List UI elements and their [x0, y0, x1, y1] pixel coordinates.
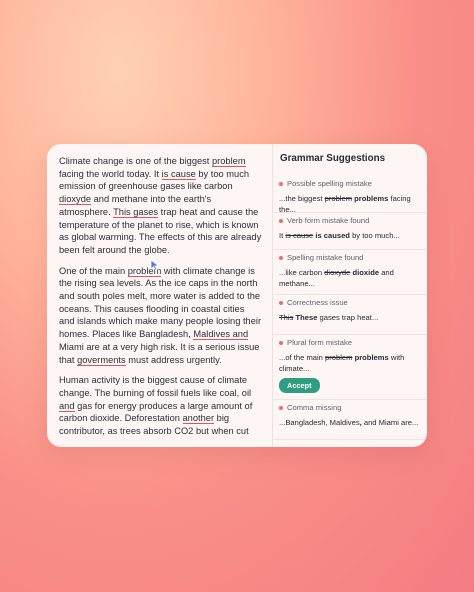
flagged-word[interactable]: is cause: [161, 168, 196, 180]
panel-title: Grammar Suggestions: [280, 153, 386, 164]
flagged-word[interactable]: goverments: [77, 354, 126, 366]
editor-text: must address urgently.: [125, 354, 222, 365]
suggested-fix: These: [295, 313, 318, 322]
suggested-fix: dioxide: [352, 268, 380, 277]
suggestion-label: Verb form mistake found: [287, 216, 370, 225]
original-text: problem: [325, 353, 353, 362]
suggestion-header: Possible spelling mistake: [279, 179, 421, 188]
context-text: by too much...: [349, 231, 400, 240]
flagged-word[interactable]: Alot: [162, 438, 179, 440]
suggestion-item[interactable]: Plural form mistake ...of the main proble…: [273, 334, 427, 400]
suggestion-label: Plural form mistake: [287, 338, 352, 347]
original-text: is cause: [285, 231, 314, 240]
original-text: dioxyde: [324, 268, 351, 277]
flagged-word[interactable]: problem: [211, 156, 246, 167]
editor-text: One of the main: [59, 265, 128, 276]
issue-dot-icon: [279, 340, 283, 345]
suggestion-preview: ...of the main problem problems with cli…: [279, 353, 421, 374]
suggestion-item[interactable]: Possible spelling mistake ...the biggest …: [273, 175, 427, 214]
suggestion-header: Comma missing: [279, 403, 421, 412]
suggestion-preview: It is cause is caused by too much...: [279, 231, 421, 242]
original-text: This: [279, 313, 294, 322]
suggestion-preview: ...Bangladesh, Maldives, and Miami are..…: [279, 418, 421, 429]
context-text: ...like carbon: [279, 268, 325, 277]
flagged-word[interactable]: Maldives and: [193, 329, 249, 341]
suggestion-header: Plural form mistake: [279, 338, 421, 347]
suggestion-label: Spelling mistake found: [287, 253, 364, 262]
mouse-cursor-icon: [150, 259, 160, 271]
original-text: problem: [324, 194, 353, 203]
editor-text: facing the world today. It: [59, 168, 162, 179]
editor-paragraph: Climate change is one of the biggest pro…: [59, 155, 262, 257]
suggestion-header: Spelling mistake found: [279, 253, 421, 262]
grammar-checker-card: Climate change is one of the biggest pro…: [47, 144, 427, 447]
editor-paragraph: Human activity is the biggest cause of c…: [59, 374, 262, 440]
editor-text: Climate change is one of the biggest: [59, 156, 212, 166]
suggestion-item[interactable]: Spelling mistake found ...like carbon dio…: [273, 249, 427, 295]
issue-dot-icon: [279, 300, 283, 305]
issue-dot-icon: [279, 181, 283, 186]
context-text: ...the biggest: [279, 194, 325, 203]
context-text: gases trap heat...: [317, 313, 379, 322]
suggested-fix: problems: [354, 194, 389, 203]
text-editor[interactable]: Climate change is one of the biggest pro…: [59, 155, 262, 440]
suggested-fix: is caused: [315, 231, 350, 240]
issue-dot-icon: [279, 405, 283, 410]
suggested-fix: problems: [354, 353, 389, 362]
suggestion-item[interactable]: Comma missing ...Bangladesh, Maldives, an…: [273, 399, 427, 440]
suggestion-label: Possible spelling mistake: [287, 179, 372, 188]
suggestion-label: Comma missing: [287, 403, 342, 412]
suggestion-label: Correctness issue: [287, 298, 348, 307]
context-text: ...of the main: [279, 353, 326, 362]
issue-dot-icon: [279, 255, 283, 260]
flagged-word[interactable]: dioxyde: [59, 194, 92, 206]
flagged-word[interactable]: This gases: [113, 206, 159, 218]
suggestion-item[interactable]: Correctness issue This These gases trap h…: [273, 294, 427, 335]
context-text: and Miami are...: [361, 418, 419, 427]
suggestion-preview: ...like carbon dioxyde dioxide and metha…: [279, 268, 421, 289]
suggestions-panel: Grammar Suggestions Possible spelling mi…: [273, 144, 427, 447]
suggestion-item[interactable]: Verb form mistake found It is cause is ca…: [273, 212, 427, 250]
suggestion-header: Verb form mistake found: [279, 216, 421, 225]
flagged-word[interactable]: and: [59, 400, 75, 412]
flagged-word[interactable]: another: [182, 413, 215, 425]
suggestion-preview: This These gases trap heat...: [279, 313, 421, 324]
suggestion-header: Correctness issue: [279, 298, 421, 307]
context-text: ...Bangladesh, Maldives: [279, 418, 360, 427]
editor-text: Human activity is the biggest cause of c…: [59, 375, 252, 398]
accept-button[interactable]: Accept: [279, 378, 320, 393]
editor-paragraph: One of the main problem with climate cha…: [59, 265, 262, 367]
issue-dot-icon: [279, 218, 283, 223]
